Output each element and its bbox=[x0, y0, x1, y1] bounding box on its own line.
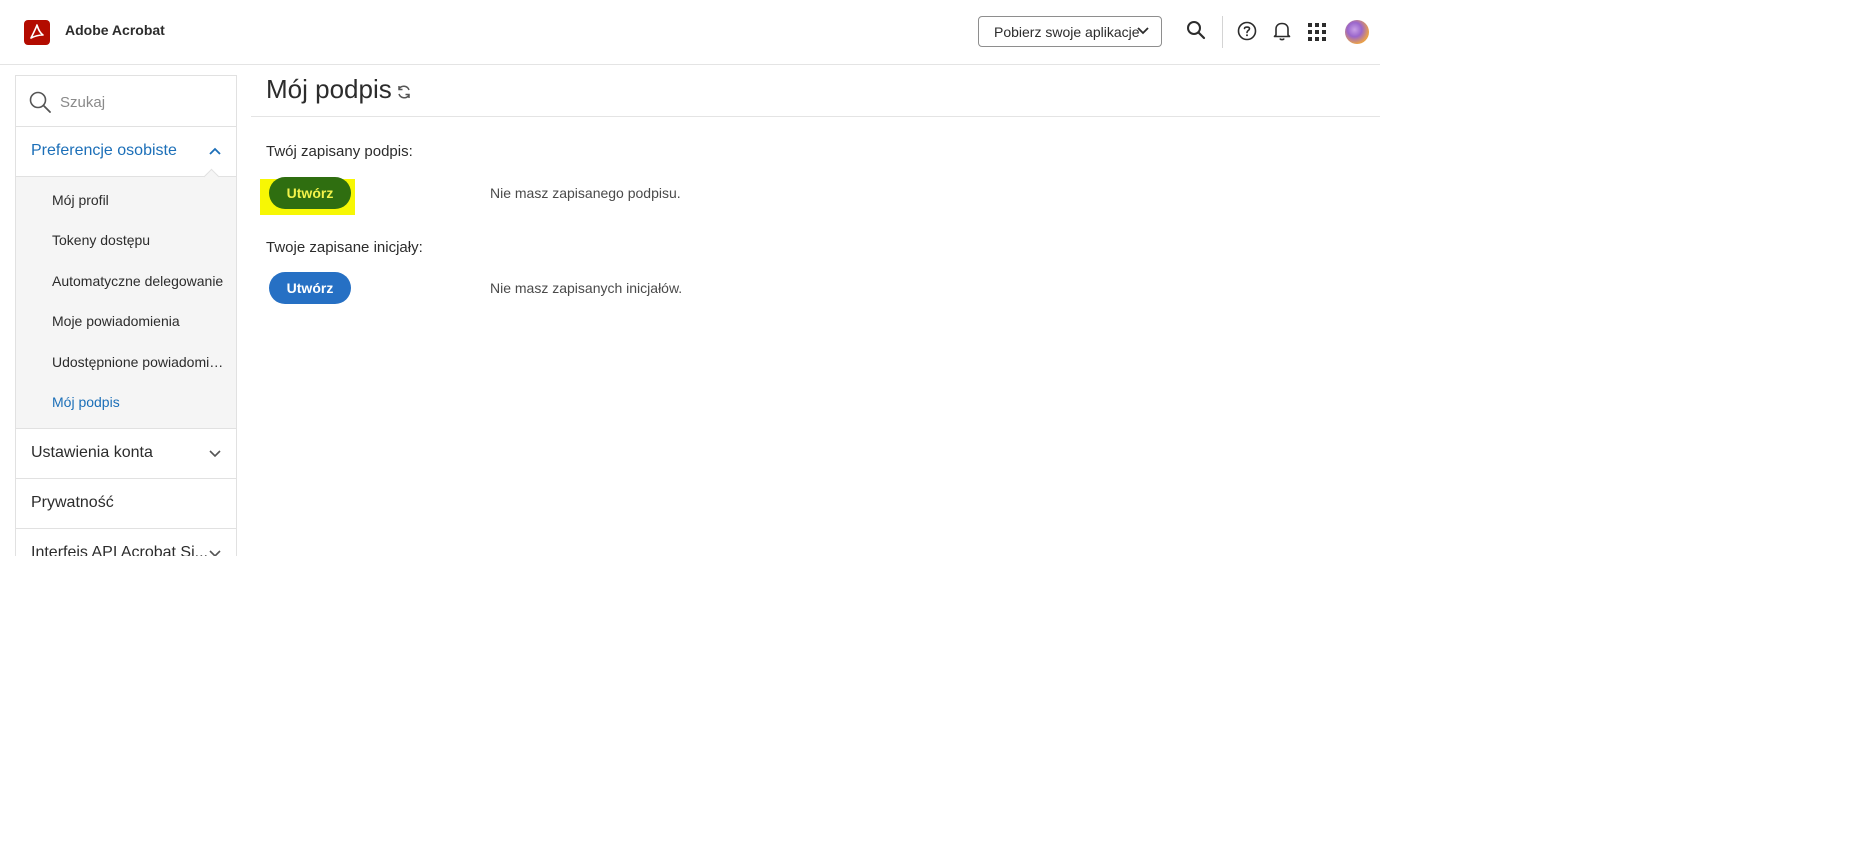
search-icon bbox=[29, 91, 51, 113]
saved-signature-label: Twój zapisany podpis: bbox=[266, 143, 413, 160]
avatar[interactable] bbox=[1345, 20, 1369, 44]
get-apps-button[interactable]: Pobierz swoje aplikacje bbox=[978, 16, 1162, 47]
saved-initials-label: Twoje zapisane inicjały: bbox=[266, 239, 423, 256]
section-label: Interfejs API Acrobat Si... bbox=[31, 544, 208, 556]
sidebar-item-auto-delegation[interactable]: Automatyczne delegowanie bbox=[16, 261, 236, 301]
brand-name[interactable]: Adobe Acrobat bbox=[65, 22, 165, 38]
no-signature-message: Nie masz zapisanego podpisu. bbox=[490, 185, 681, 201]
header-divider bbox=[1222, 16, 1223, 48]
get-apps-label: Pobierz swoje aplikacje bbox=[994, 23, 1140, 40]
sidebar-item-access-tokens[interactable]: Tokeny dostępu bbox=[16, 220, 236, 260]
section-label: Prywatność bbox=[31, 494, 114, 512]
chevron-down-icon[interactable] bbox=[209, 449, 221, 458]
chevron-up-icon[interactable] bbox=[209, 147, 221, 156]
sidebar-item-my-signature[interactable]: Mój podpis bbox=[16, 382, 236, 422]
app-grid-icon[interactable] bbox=[1308, 23, 1326, 41]
sidebar-subnav: Mój profil Tokeny dostępu Automatyczne d… bbox=[16, 177, 236, 430]
create-initials-button[interactable]: Utwórz bbox=[269, 272, 351, 304]
sidebar-section-account-settings[interactable]: Ustawienia konta bbox=[16, 429, 236, 480]
bell-icon[interactable] bbox=[1272, 20, 1292, 42]
chevron-down-icon bbox=[1137, 27, 1149, 35]
sidebar-item-shared-notifications[interactable]: Udostępnione powiadomienia bbox=[16, 342, 236, 382]
section-label: Ustawienia konta bbox=[31, 444, 153, 462]
top-header: Adobe Acrobat Pobierz swoje aplikacje bbox=[0, 0, 1380, 65]
no-initials-message: Nie masz zapisanych inicjałów. bbox=[490, 280, 683, 296]
sidebar-item-my-profile[interactable]: Mój profil bbox=[16, 180, 236, 220]
sidebar-search bbox=[16, 76, 236, 127]
sidebar: Preferencje osobiste Mój profil Tokeny d… bbox=[15, 75, 237, 556]
sidebar-section-acrobat-sign-api[interactable]: Interfejs API Acrobat Si... bbox=[16, 529, 236, 556]
acrobat-logo-icon[interactable] bbox=[24, 20, 50, 45]
create-signature-button[interactable]: Utwórz bbox=[269, 177, 351, 209]
section-label: Preferencje osobiste bbox=[31, 142, 177, 159]
page-title: Mój podpis bbox=[266, 74, 392, 104]
search-input[interactable] bbox=[58, 90, 222, 114]
title-divider bbox=[251, 116, 1380, 117]
sidebar-section-personal-preferences[interactable]: Preferencje osobiste bbox=[16, 127, 236, 185]
sidebar-item-my-notifications[interactable]: Moje powiadomienia bbox=[16, 301, 236, 341]
sidebar-section-privacy[interactable]: Prywatność bbox=[16, 479, 236, 530]
help-icon[interactable] bbox=[1236, 20, 1258, 42]
refresh-icon[interactable] bbox=[396, 84, 412, 100]
search-icon[interactable] bbox=[1186, 20, 1206, 42]
chevron-down-icon[interactable] bbox=[209, 549, 221, 556]
